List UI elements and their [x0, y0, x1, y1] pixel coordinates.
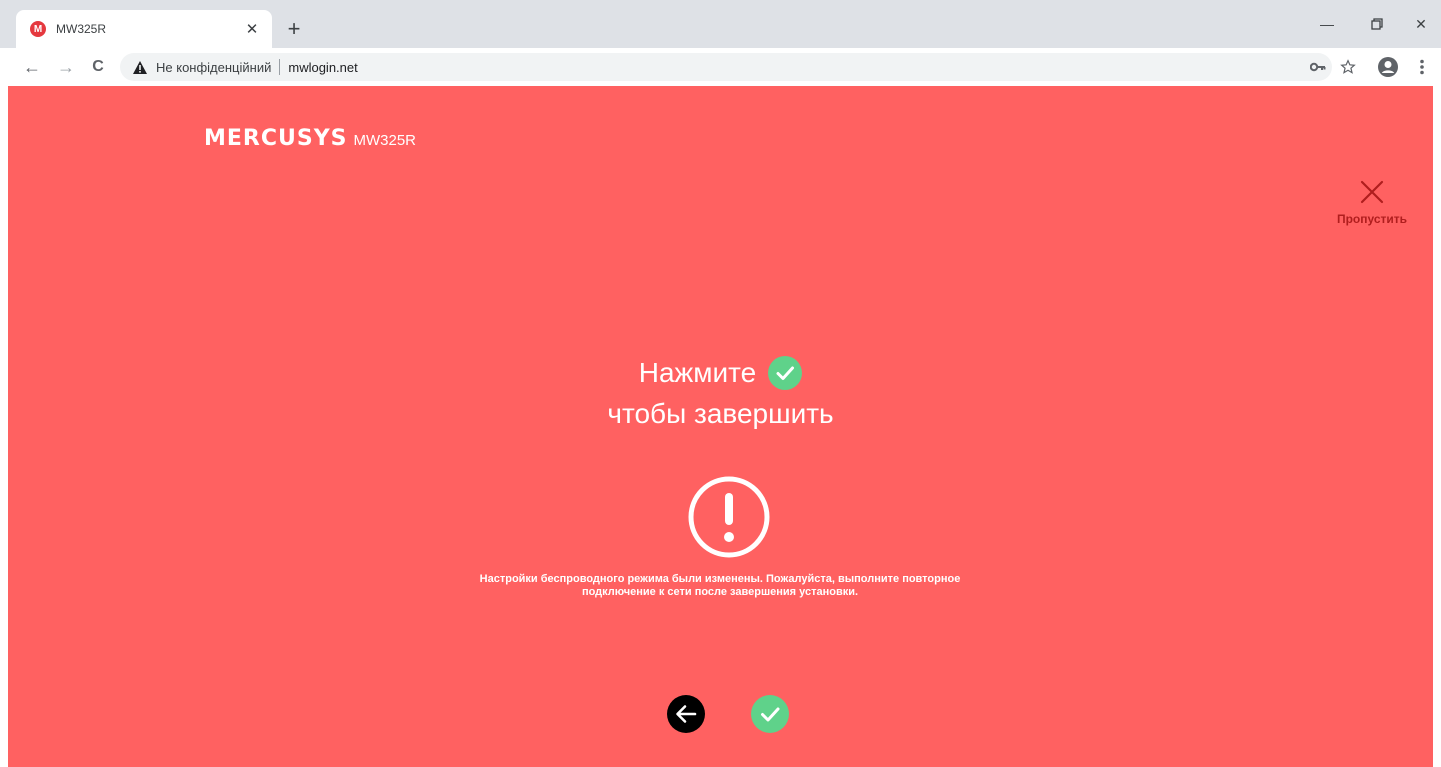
tab-close-icon[interactable]: ✕ — [242, 19, 262, 39]
minimize-button[interactable]: — — [1312, 12, 1342, 36]
browser-toolbar: ← → C Не конфіденційний mwlogin.net — [0, 48, 1441, 86]
finish-button[interactable] — [751, 695, 789, 733]
restore-icon — [1371, 18, 1383, 30]
back-nav-button[interactable]: ← — [20, 55, 44, 79]
arrow-left-icon[interactable] — [667, 695, 705, 733]
reload-button[interactable]: C — [86, 55, 110, 79]
forward-nav-button[interactable]: → — [54, 55, 78, 79]
logo-brand: MERCUSYS — [204, 126, 348, 151]
new-tab-button[interactable]: + — [282, 17, 306, 41]
address-bar[interactable]: Не конфіденційний mwlogin.net — [120, 53, 1332, 81]
security-status-label[interactable]: Не конфіденційний — [156, 60, 271, 75]
headline-line2: чтобы завершить — [607, 398, 834, 429]
exclamation-circle-icon — [688, 476, 770, 558]
setup-page: MERCUSYS MW325R Пропустить Нажмите чтобы… — [8, 86, 1433, 767]
headline-line1: Нажмите — [8, 356, 1433, 390]
headline-line1-text: Нажмите — [638, 357, 757, 388]
url-text[interactable]: mwlogin.net — [288, 60, 357, 75]
info-message-line2: подключение к сети после завершения уста… — [581, 586, 859, 598]
info-message: Настройки беспроводного режима были изме… — [420, 573, 1020, 599]
mercusys-logo: MERCUSYS MW325R — [204, 126, 416, 151]
window-close-button[interactable]: ✕ — [1406, 12, 1436, 36]
back-button[interactable] — [667, 695, 705, 733]
omnibox-divider — [279, 59, 281, 75]
check-circle-icon — [768, 356, 803, 390]
info-message-line1: Настройки беспроводного режима были изме… — [479, 573, 961, 585]
close-icon[interactable] — [1358, 178, 1386, 206]
mercusys-favicon-icon: M — [30, 21, 46, 37]
check-icon[interactable] — [751, 695, 789, 733]
menu-icon[interactable] — [1410, 55, 1434, 79]
restore-button[interactable] — [1362, 12, 1392, 36]
warning-icon[interactable] — [132, 59, 148, 75]
skip-button[interactable]: Пропустить — [1330, 178, 1414, 226]
browser-tab[interactable]: M MW325R ✕ — [16, 10, 272, 48]
tab-title: MW325R — [56, 22, 107, 36]
star-icon[interactable] — [1336, 55, 1360, 79]
profile-icon[interactable] — [1376, 55, 1400, 79]
skip-label[interactable]: Пропустить — [1337, 212, 1407, 226]
browser-tab-strip: M MW325R ✕ + — ✕ — [0, 0, 1441, 48]
logo-model: MW325R — [353, 132, 417, 149]
key-icon[interactable] — [1306, 55, 1330, 79]
